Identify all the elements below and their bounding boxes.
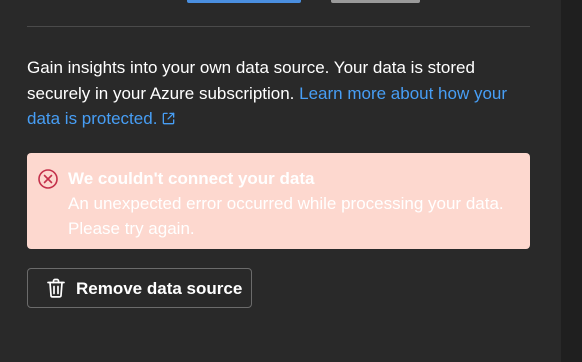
error-message: An unexpected error occurred while proce… bbox=[68, 194, 504, 238]
dismiss-circle-icon bbox=[37, 168, 59, 190]
open-in-new-icon[interactable] bbox=[161, 108, 176, 134]
description: Gain insights into your own data source.… bbox=[27, 55, 527, 134]
secondary-button-edge[interactable] bbox=[331, 0, 420, 3]
error-message-bar: We couldn't connect your data An unexpec… bbox=[27, 153, 530, 249]
remove-data-source-label[interactable]: Remove data source bbox=[76, 278, 242, 300]
trash-icon bbox=[45, 277, 67, 299]
scroll-gutter bbox=[561, 0, 582, 362]
remove-data-source-button[interactable]: Remove data source bbox=[27, 268, 252, 308]
divider bbox=[27, 26, 530, 27]
primary-button-edge[interactable] bbox=[187, 0, 301, 3]
error-title: We couldn't connect your data bbox=[68, 169, 315, 188]
